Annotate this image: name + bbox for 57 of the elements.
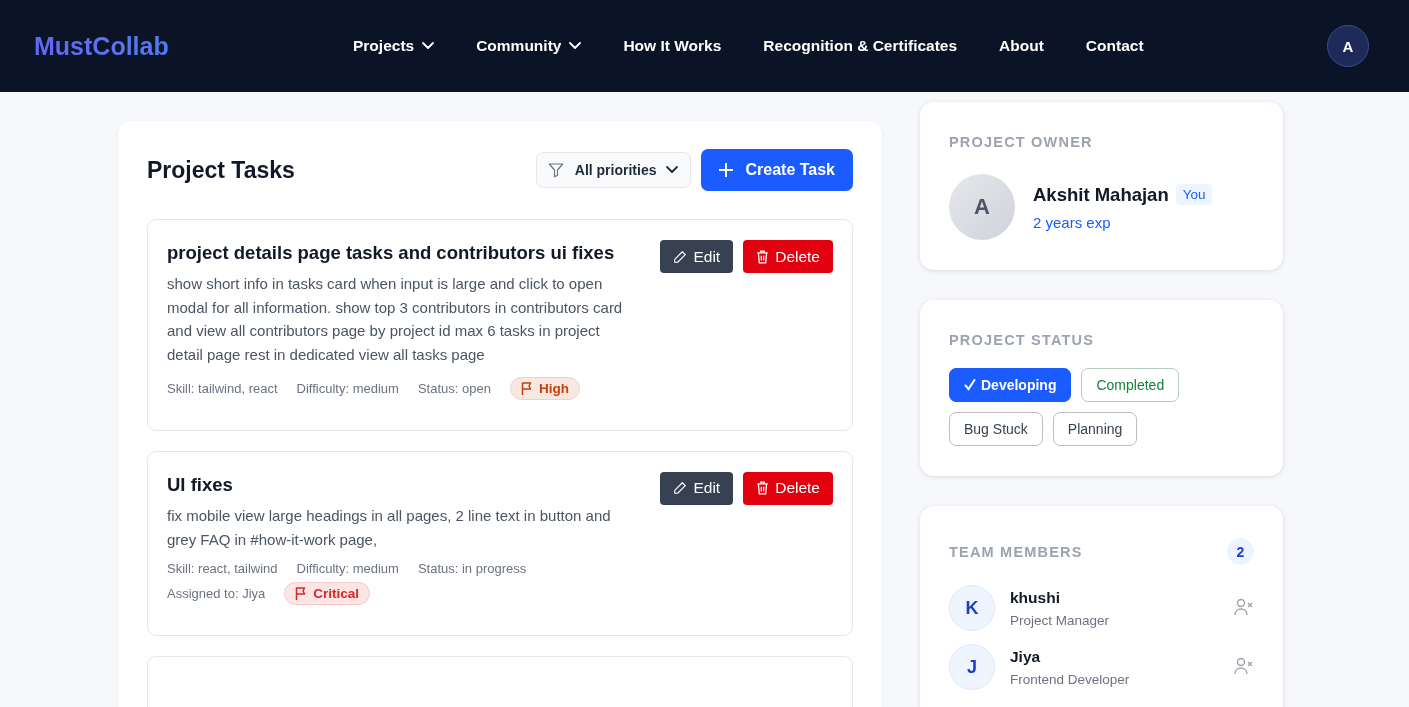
owner-avatar: A (949, 174, 1015, 240)
task-assignee: Assigned to: Jiya (167, 586, 266, 602)
status-option[interactable]: Completed (1081, 368, 1180, 402)
task-description: show short info in tasks card when input is large and click to open modal for all information. show top 3 contributors in contributors card and view all contributors page by project id max 6 tasks in project detail page rest in dedicated view all tasks page (167, 274, 624, 366)
member-name: Jiya (1010, 647, 1042, 666)
chevron-down-icon (666, 166, 679, 174)
task-skill: Skill: react, tailwind (167, 561, 278, 577)
member-role: Frontend Developer (1010, 671, 1131, 687)
section-heading: TEAM MEMBERS (949, 543, 1083, 560)
task-status: Status: open (417, 380, 491, 396)
flag-icon (520, 381, 533, 395)
status-option[interactable]: Developing (949, 368, 1072, 402)
nav-link[interactable]: Contact (1085, 37, 1144, 55)
plus-icon (719, 163, 734, 177)
task-skill: Skill: tailwind, react (167, 380, 278, 396)
delete-button[interactable]: Delete (743, 471, 833, 505)
edit-button[interactable]: Edit (660, 471, 734, 505)
priority-badge: Critical (284, 582, 371, 606)
owner-name: Akshit Mahajan (1033, 183, 1169, 206)
panel-title: Project Tasks (147, 156, 296, 184)
user-avatar[interactable]: A (1327, 25, 1369, 67)
task-title: project details page tasks and contributors ui fixes (167, 242, 616, 264)
trash-icon (756, 249, 770, 264)
check-icon (964, 379, 976, 391)
member-count: 2 (1227, 538, 1254, 565)
nav-link[interactable]: About (999, 37, 1044, 55)
pencil-icon (673, 481, 688, 496)
member-avatar: J (949, 644, 995, 690)
create-task-button[interactable]: Create Task (701, 149, 853, 191)
status-option[interactable]: Bug Stuck (949, 412, 1043, 446)
section-heading: PROJECT OWNER (949, 134, 1094, 150)
task-status: Status: in progress (417, 561, 527, 577)
nav-link[interactable]: Recognition & Certificates (763, 37, 958, 55)
task-title: UI fixes (167, 473, 234, 496)
edit-button[interactable]: Edit (660, 240, 734, 273)
nav-link[interactable]: Projects (353, 37, 435, 55)
member-role: Project Manager (1010, 612, 1111, 628)
chevron-down-icon (569, 42, 582, 50)
delete-button[interactable]: Delete (743, 240, 833, 273)
chevron-down-icon (422, 42, 435, 50)
nav-link[interactable]: Community (476, 37, 582, 55)
task-difficulty: Difficulty: medium (296, 561, 399, 577)
you-badge: You (1175, 184, 1213, 205)
member-avatar: K (949, 585, 995, 631)
nav-link[interactable]: How It Works (623, 37, 722, 55)
status-option[interactable]: Planning (1052, 412, 1138, 446)
task-difficulty: Difficulty: medium (296, 380, 399, 396)
filter-icon (546, 161, 565, 179)
task-description: fix mobile view large headings in all pages, 2 line text in button and grey FAQ in #how-it-work page, (167, 505, 612, 550)
flag-icon (295, 587, 308, 601)
section-heading: PROJECT STATUS (949, 332, 1096, 348)
trash-icon (756, 481, 770, 496)
priority-badge: High (509, 376, 580, 400)
priority-filter[interactable]: All priorities (535, 152, 692, 188)
owner-experience: 2 years exp (1033, 213, 1112, 231)
member-name: khushi (1010, 588, 1061, 607)
pencil-icon (673, 249, 688, 264)
